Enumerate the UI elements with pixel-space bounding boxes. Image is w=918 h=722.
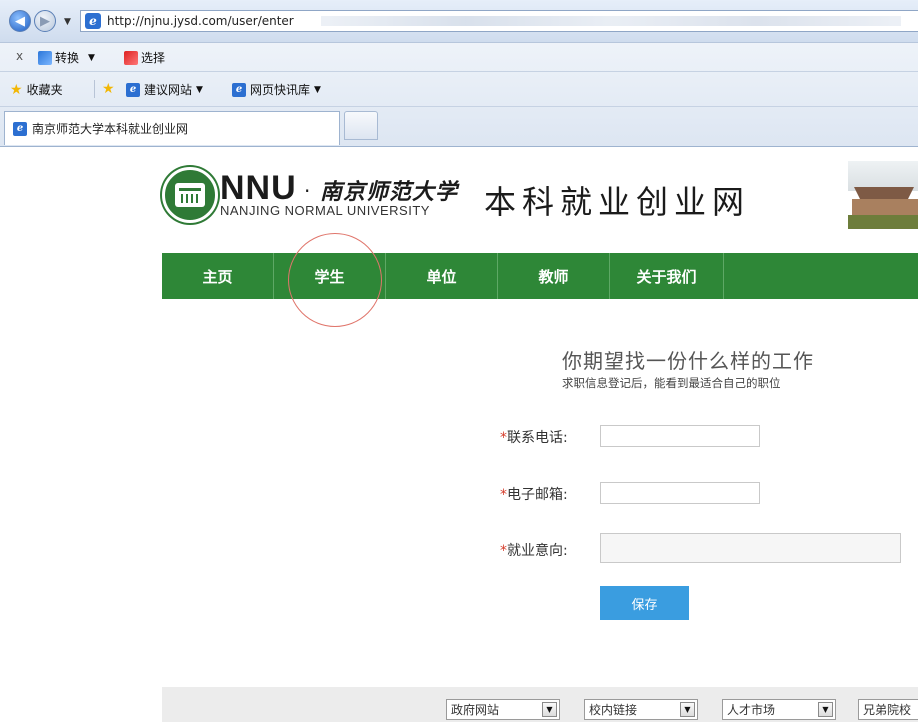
blurred-toolbar-area — [321, 16, 901, 26]
form-subtitle: 求职信息登记后，能看到最适合自己的职位 — [562, 376, 781, 390]
convert-icon — [38, 50, 52, 65]
tab-strip: e 南京师范大学本科就业创业网 — [0, 107, 918, 147]
suggested-sites-button[interactable]: e 建议网站 ▼ — [126, 81, 203, 98]
email-label: *电子邮箱: — [500, 487, 568, 503]
ie-icon: e — [13, 121, 27, 136]
phone-label: *联系电话: — [500, 430, 568, 446]
web-slice-label: 网页快讯库 — [250, 83, 311, 97]
ie-icon: e — [232, 82, 246, 97]
url-text[interactable]: http://njnu.jysd.com/user/enter — [107, 14, 294, 28]
chevron-down-icon: ▼ — [196, 84, 203, 95]
select-label: 选择 — [141, 51, 166, 65]
tab-active[interactable]: e 南京师范大学本科就业创业网 — [4, 111, 340, 145]
main-nav: 主页 学生 单位 教师 关于我们 — [162, 253, 918, 299]
required-mark: * — [500, 487, 507, 503]
sister-schools-select[interactable]: 兄弟院校 — [858, 699, 918, 720]
convert-button[interactable]: 转换 ▼ — [38, 49, 95, 66]
save-button[interactable]: 保存 — [600, 586, 689, 620]
nav-item-home[interactable]: 主页 — [162, 253, 274, 299]
campus-links-select[interactable]: 校内链接 ▼ — [584, 699, 698, 720]
talent-market-select[interactable]: 人才市场 ▼ — [722, 699, 836, 720]
command-bar: x 转换 ▼ 选择 — [0, 43, 918, 72]
job-intent-field[interactable] — [600, 533, 901, 563]
logo-dot: · — [304, 179, 311, 203]
convert-label: 转换 — [55, 51, 80, 65]
nav-item-employer[interactable]: 单位 — [386, 253, 498, 299]
address-row: ◀ ▶ ▼ e http://njnu.jysd.com/user/enter — [0, 0, 918, 43]
seal-building-icon — [175, 183, 205, 207]
chevron-down-icon: ▼ — [88, 52, 95, 63]
favorites-divider — [94, 80, 95, 98]
address-bar[interactable]: e http://njnu.jysd.com/user/enter — [80, 10, 918, 32]
campus-banner-image — [848, 161, 918, 229]
select-button[interactable]: 选择 — [124, 49, 165, 66]
required-mark: * — [500, 543, 507, 559]
university-seal-logo[interactable] — [162, 167, 218, 223]
logo-cn-name: 南京师范大学 — [320, 179, 459, 205]
history-dropdown-icon[interactable]: ▼ — [64, 17, 71, 27]
footer-links-bar: 政府网站 ▼ 校内链接 ▼ 人才市场 ▼ 兄弟院校 — [162, 687, 918, 722]
ie-page-icon: e — [85, 13, 101, 29]
forward-button[interactable]: ▶ — [34, 10, 56, 32]
add-favorite-icon: ★ — [102, 81, 115, 97]
suggested-sites-label: 建议网站 — [144, 83, 193, 97]
gov-sites-select[interactable]: 政府网站 ▼ — [446, 699, 560, 720]
ie-icon: e — [126, 82, 140, 97]
web-slice-button[interactable]: e 网页快讯库 ▼ — [232, 81, 321, 98]
highlight-circle-annotation — [288, 233, 382, 327]
chevron-down-icon: ▼ — [680, 702, 695, 717]
email-field[interactable] — [600, 482, 760, 504]
required-mark: * — [500, 430, 507, 446]
site-name: 本科就业创业网 — [484, 183, 751, 221]
favorites-label: 收藏夹 — [26, 83, 63, 97]
favorites-button[interactable]: ★ 收藏夹 — [10, 81, 63, 98]
chevron-down-icon: ▼ — [542, 702, 557, 717]
phone-field[interactable] — [600, 425, 760, 447]
favorites-bar: ★ 收藏夹 ★ e 建议网站 ▼ e 网页快讯库 ▼ — [0, 72, 918, 107]
form-title: 你期望找一份什么样的工作 — [562, 349, 814, 373]
select-icon — [124, 50, 138, 65]
chevron-down-icon: ▼ — [314, 84, 321, 95]
chevron-down-icon: ▼ — [818, 702, 833, 717]
tab-title: 南京师范大学本科就业创业网 — [32, 122, 189, 136]
intent-label: *就业意向: — [500, 543, 568, 559]
star-icon: ★ — [10, 81, 23, 98]
nav-item-about[interactable]: 关于我们 — [610, 253, 724, 299]
new-tab-button[interactable] — [344, 111, 378, 140]
add-favorite-button[interactable]: ★ — [102, 81, 115, 97]
close-toolbar-button[interactable]: x — [16, 49, 23, 63]
back-button[interactable]: ◀ — [9, 10, 31, 32]
logo-en-name: NANJING NORMAL UNIVERSITY — [220, 203, 430, 218]
browser-chrome: ◀ ▶ ▼ e http://njnu.jysd.com/user/enter … — [0, 0, 918, 147]
nav-item-teacher[interactable]: 教师 — [498, 253, 610, 299]
web-page: NNU · 南京师范大学 NANJING NORMAL UNIVERSITY 本… — [0, 147, 918, 722]
